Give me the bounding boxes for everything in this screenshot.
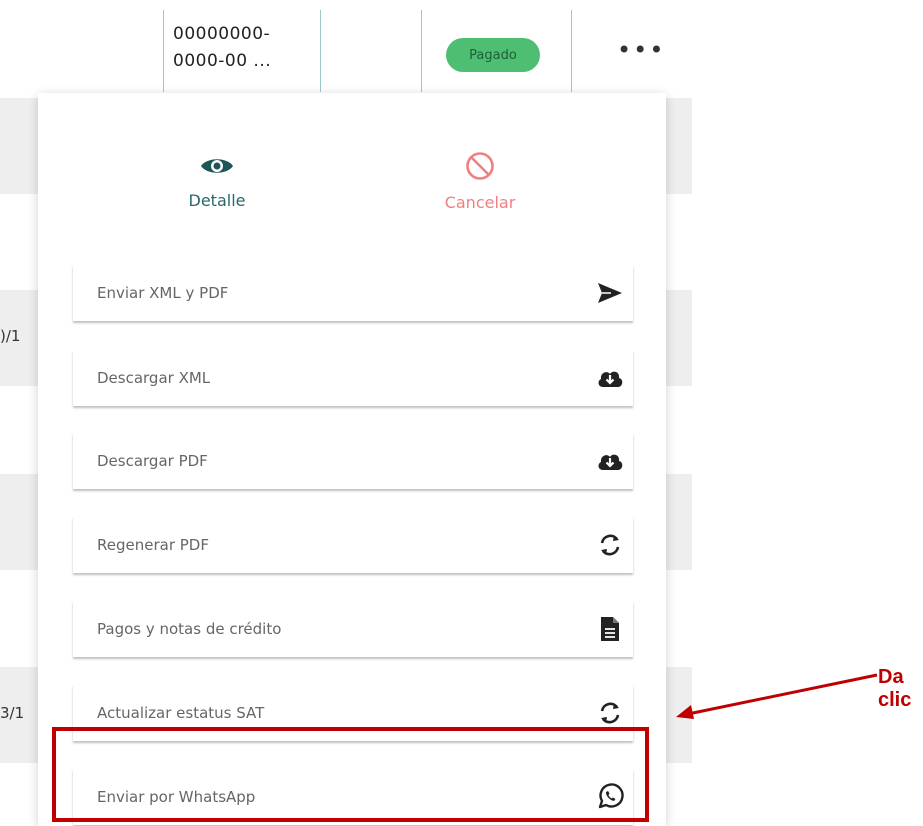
callout-text: Da clic	[878, 666, 912, 711]
detail-label: Detalle	[188, 191, 246, 210]
cloud-download-icon	[595, 446, 625, 476]
menu-item-label: Descargar XML	[97, 369, 211, 387]
download-pdf-item[interactable]: Descargar PDF	[73, 433, 633, 489]
menu-item-label: Pagos y notas de crédito	[97, 620, 282, 638]
file-icon	[595, 614, 625, 644]
sync-icon	[595, 530, 625, 560]
ban-icon	[466, 152, 494, 180]
uuid-line-1: 00000000-	[173, 24, 271, 44]
menu-item-label: Descargar PDF	[97, 452, 208, 470]
download-xml-item[interactable]: Descargar XML	[73, 350, 633, 406]
menu-item-label: Regenerar PDF	[97, 536, 209, 554]
date-fragment: )/1	[0, 327, 21, 345]
menu-item-label: Enviar XML y PDF	[97, 284, 229, 302]
column-divider	[320, 10, 321, 92]
uuid-cell: 00000000- 0000-00 ...	[173, 21, 271, 75]
cancel-label: Cancelar	[444, 193, 516, 212]
eye-icon	[201, 159, 233, 173]
column-divider	[421, 10, 422, 92]
detail-button[interactable]: Detalle	[157, 155, 277, 210]
send-icon	[595, 278, 625, 308]
more-horizontal-icon[interactable]: •••	[617, 36, 665, 64]
regenerate-pdf-item[interactable]: Regenerar PDF	[73, 517, 633, 573]
callout-arrow	[676, 673, 878, 719]
date-fragment: 3/1	[0, 704, 25, 722]
highlight-box	[52, 727, 649, 822]
column-divider	[163, 10, 164, 92]
column-divider	[571, 10, 572, 92]
sync-icon	[595, 698, 625, 728]
cloud-download-icon	[595, 363, 625, 393]
menu-item-label: Actualizar estatus SAT	[97, 704, 265, 722]
cancel-button[interactable]: Cancelar	[420, 151, 540, 212]
payments-credit-notes-item[interactable]: Pagos y notas de crédito	[73, 601, 633, 657]
status-badge: Pagado	[446, 38, 540, 72]
uuid-line-2: 0000-00 ...	[173, 51, 272, 71]
actions-dropdown: Detalle Cancelar Enviar XML y PDF Descar…	[38, 93, 666, 826]
send-xml-pdf-item[interactable]: Enviar XML y PDF	[73, 265, 633, 321]
